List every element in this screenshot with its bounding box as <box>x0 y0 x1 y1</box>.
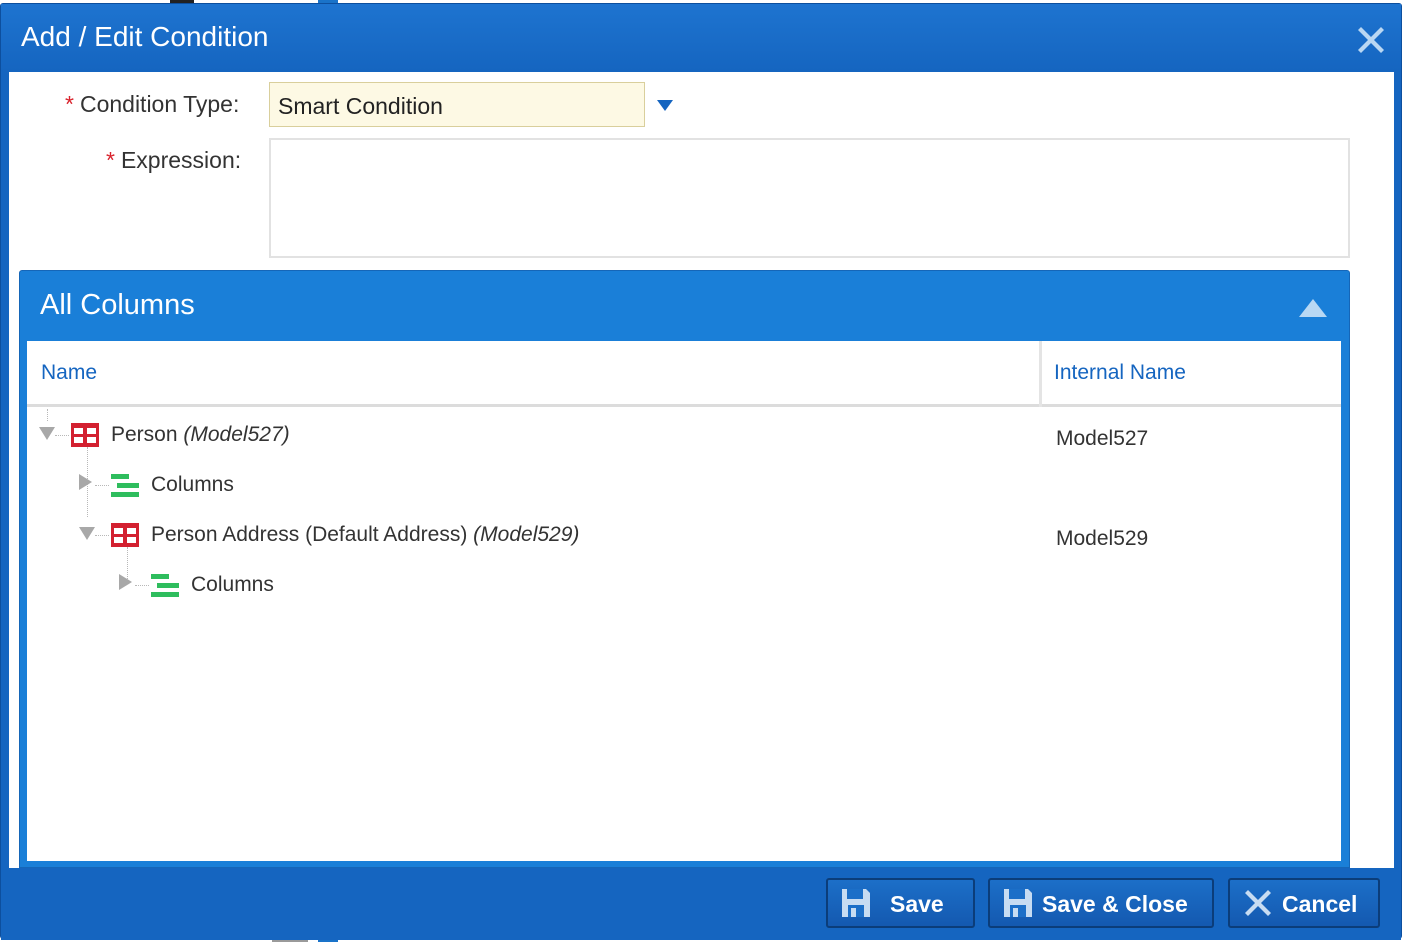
close-icon[interactable] <box>1355 24 1387 56</box>
internal-name-cell: Model527 <box>1056 427 1149 450</box>
node-name: Person <box>111 423 178 446</box>
columns-tree-grid: Name Internal Name Person (Model527) Mod… <box>27 341 1341 861</box>
add-edit-condition-dialog: Add / Edit Condition * Condition Type: Sm… <box>0 3 1402 940</box>
expression-label: * Expression: <box>106 147 241 174</box>
expression-label-text: Expression: <box>120 147 242 173</box>
column-header-internal-name[interactable]: Internal Name <box>1054 361 1186 385</box>
expand-toggle-icon[interactable] <box>39 427 55 440</box>
tree-node-label: Columns <box>151 473 234 497</box>
tree-row-columns[interactable]: Columns <box>27 461 1341 511</box>
list-icon <box>111 474 139 497</box>
save-button-label: Save <box>890 891 944 917</box>
node-model: (Model527) <box>183 423 290 446</box>
expand-toggle-icon[interactable] <box>79 527 95 540</box>
tree-node-label: Columns <box>191 573 274 597</box>
tree-row-person[interactable]: Person (Model527) Model527 <box>27 411 1341 461</box>
panel-title: All Columns <box>40 289 195 321</box>
expression-input[interactable] <box>269 138 1350 258</box>
save-and-close-button-label: Save & Close <box>1042 891 1188 917</box>
node-name: Columns <box>151 473 234 496</box>
condition-type-label-text: Condition Type: <box>79 91 240 117</box>
required-marker: * <box>106 147 115 173</box>
dialog-titlebar[interactable]: Add / Edit Condition <box>1 4 1401 71</box>
condition-type-label: * Condition Type: <box>65 91 239 118</box>
tree-row-person-address[interactable]: Person Address (Default Address) (Model5… <box>27 511 1341 561</box>
chevron-down-icon[interactable] <box>657 100 673 111</box>
floppy-disk-icon <box>842 889 870 917</box>
cancel-button[interactable]: Cancel <box>1228 878 1380 928</box>
expand-toggle-icon[interactable] <box>119 574 132 590</box>
grid-header: Name Internal Name <box>27 341 1341 407</box>
column-header-name[interactable]: Name <box>41 361 97 385</box>
floppy-disk-icon <box>1004 889 1032 917</box>
dialog-title: Add / Edit Condition <box>21 21 269 52</box>
tree-node-label: Person Address (Default Address) (Model5… <box>151 523 579 547</box>
node-name: Columns <box>191 573 274 596</box>
all-columns-panel: All Columns Name Internal Name Person (M… <box>19 270 1350 868</box>
table-icon <box>111 523 139 547</box>
collapse-up-icon[interactable] <box>1299 299 1327 317</box>
save-button[interactable]: Save <box>826 878 975 928</box>
required-marker: * <box>65 91 74 117</box>
node-model: (Model529) <box>473 523 580 546</box>
save-and-close-button[interactable]: Save & Close <box>988 878 1214 928</box>
node-name: Person Address (Default Address) <box>151 523 468 546</box>
condition-type-select[interactable]: Smart Condition <box>269 82 645 127</box>
list-icon <box>151 574 179 597</box>
close-icon <box>1245 890 1271 916</box>
expand-toggle-icon[interactable] <box>79 474 92 490</box>
tree-node-label: Person (Model527) <box>111 423 290 447</box>
table-icon <box>71 423 99 447</box>
dialog-footer: Save Save & Close Cancel <box>1 868 1401 940</box>
tree-row-columns[interactable]: Columns <box>27 561 1341 611</box>
column-divider[interactable] <box>1039 341 1042 407</box>
internal-name-cell: Model529 <box>1056 527 1149 550</box>
dialog-body: * Condition Type: Smart Condition * Expres… <box>9 72 1394 868</box>
cancel-button-label: Cancel <box>1282 891 1358 917</box>
